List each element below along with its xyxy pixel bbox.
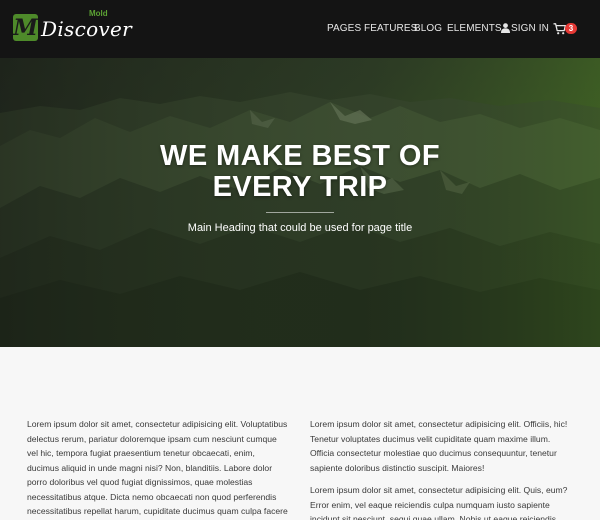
- hero-title-line-1: WE MAKE BEST OF: [160, 140, 440, 172]
- nav-item-features[interactable]: FEATURES: [364, 23, 417, 34]
- content-column-left: Lorem ipsum dolor sit amet, consectetur …: [27, 417, 289, 520]
- paragraph: Lorem ipsum dolor sit amet, consectetur …: [27, 419, 288, 516]
- logo-subtitle: Mold: [89, 9, 108, 18]
- nav-item-pages[interactable]: PAGES: [327, 23, 361, 34]
- site-header: M Discover Mold PAGES FEATURES BLOG ELEM…: [0, 0, 600, 58]
- content-section: Lorem ipsum dolor sit amet, consectetur …: [0, 347, 600, 520]
- nav-item-elements[interactable]: ELEMENTS: [447, 23, 502, 34]
- paragraph: Lorem ipsum dolor sit amet, consectetur …: [310, 419, 568, 473]
- hero-title: WE MAKE BEST OF EVERY TRIP: [0, 141, 600, 203]
- hero-subtitle: Main Heading that could be used for page…: [187, 222, 413, 234]
- nav-item-blog[interactable]: BLOG: [414, 23, 442, 34]
- cart-button[interactable]: 3: [553, 22, 579, 36]
- content-column-right: Lorem ipsum dolor sit amet, consectetur …: [310, 417, 572, 520]
- hero-title-line-2: EVERY TRIP: [212, 171, 388, 203]
- hero-banner: WE MAKE BEST OF EVERY TRIP Main Heading …: [0, 58, 600, 347]
- paragraph: Lorem ipsum dolor sit amet, consectetur …: [310, 485, 568, 520]
- cart-count-badge: 3: [565, 23, 577, 34]
- user-icon[interactable]: [501, 23, 510, 33]
- hero-divider: [266, 212, 334, 213]
- main-nav: PAGES FEATURES BLOG ELEMENTS SIGN IN: [0, 23, 600, 37]
- nav-item-sign-in[interactable]: SIGN IN: [511, 23, 549, 34]
